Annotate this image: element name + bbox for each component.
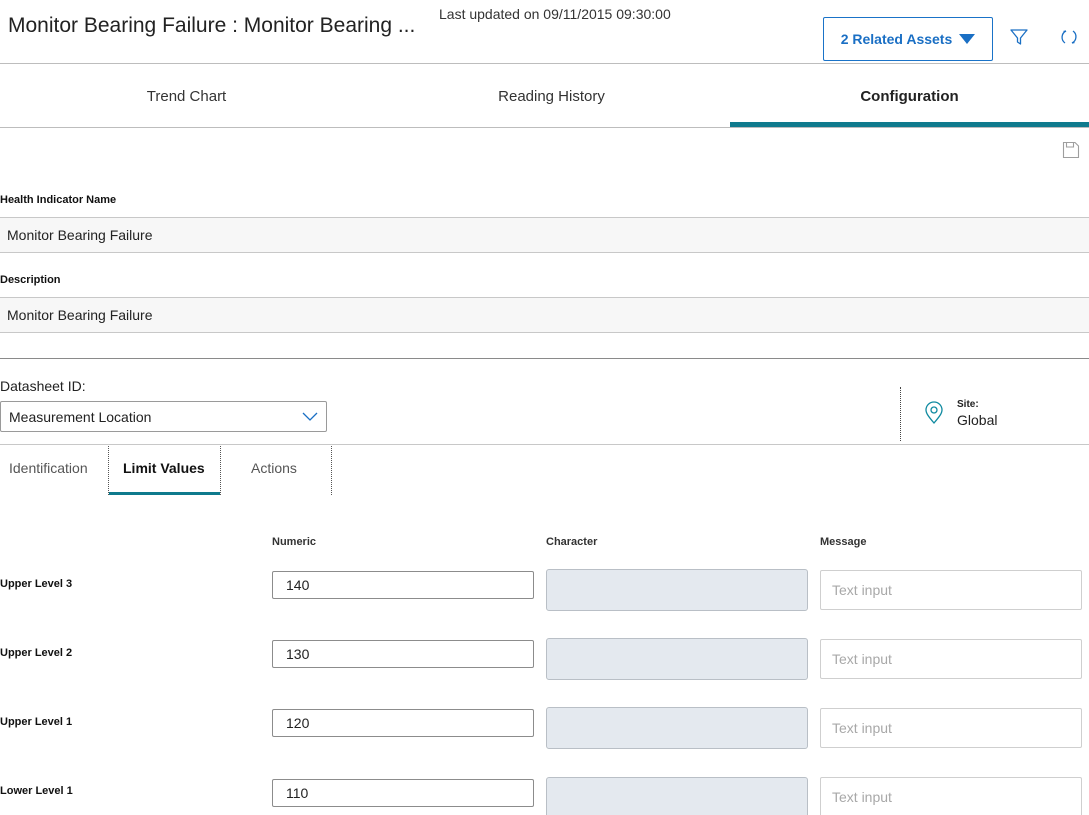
section-divider [0, 358, 1089, 359]
related-assets-label: 2 Related Assets [840, 31, 953, 47]
page-title: Monitor Bearing Failure : Monitor Bearin… [8, 14, 416, 37]
save-icon[interactable] [1062, 141, 1080, 159]
description-field[interactable]: Monitor Bearing Failure [0, 297, 1089, 333]
datasheet-id-select[interactable]: Measurement Location [0, 401, 327, 432]
message-input[interactable]: Text input [820, 570, 1082, 610]
datasheet-id-label: Datasheet ID: [0, 378, 86, 394]
message-input[interactable]: Text input [820, 708, 1082, 748]
tab-trend-chart[interactable]: Trend Chart [0, 64, 373, 128]
description-label: Description [0, 274, 61, 286]
character-column-header: Character [546, 536, 598, 548]
location-pin-icon [925, 401, 943, 424]
caret-down-icon [959, 34, 976, 44]
refresh-icon[interactable] [1058, 26, 1080, 48]
filter-icon[interactable] [1008, 26, 1030, 48]
active-tab-indicator [730, 122, 1089, 127]
site-value: Global [957, 412, 998, 428]
message-column-header: Message [820, 536, 867, 548]
tab-reading-history[interactable]: Reading History [373, 64, 730, 128]
last-updated-text: Last updated on 09/11/2015 09:30:00 [439, 6, 671, 22]
message-input[interactable]: Text input [820, 777, 1082, 815]
limit-row-label: Upper Level 3 [0, 578, 73, 590]
health-indicator-name-label: Health Indicator Name [0, 194, 117, 206]
character-input [546, 569, 808, 611]
numeric-input[interactable]: 110 [272, 779, 534, 807]
numeric-input[interactable]: 130 [272, 640, 534, 668]
numeric-column-header: Numeric [272, 536, 317, 548]
site-divider [900, 387, 901, 441]
limit-row-label: Upper Level 1 [0, 716, 73, 728]
limit-row-label: Lower Level 1 [0, 785, 73, 797]
subtab-separator [108, 446, 109, 495]
subtab-separator [220, 446, 221, 495]
character-input [546, 707, 808, 749]
active-subtab-indicator [109, 492, 220, 495]
datasheet-selected-value: Measurement Location [9, 408, 152, 425]
subtab-separator [331, 446, 332, 495]
message-input[interactable]: Text input [820, 639, 1082, 679]
subtab-identification[interactable]: Identification [9, 460, 88, 476]
character-input [546, 638, 808, 680]
related-assets-button[interactable]: 2 Related Assets [823, 17, 993, 61]
character-input [546, 777, 808, 815]
numeric-input[interactable]: 140 [272, 571, 534, 599]
subtab-actions[interactable]: Actions [251, 460, 297, 476]
health-indicator-name-field[interactable]: Monitor Bearing Failure [0, 217, 1089, 253]
tab-configuration[interactable]: Configuration [730, 64, 1089, 128]
chevron-down-icon [302, 412, 318, 421]
subtabs-divider [0, 444, 1089, 445]
limit-row-label: Upper Level 2 [0, 647, 73, 659]
subtab-limit-values[interactable]: Limit Values [123, 460, 205, 476]
main-tab-bar: Trend Chart Reading History Configuratio… [0, 64, 1089, 128]
numeric-input[interactable]: 120 [272, 709, 534, 737]
site-label: Site: [957, 399, 979, 410]
